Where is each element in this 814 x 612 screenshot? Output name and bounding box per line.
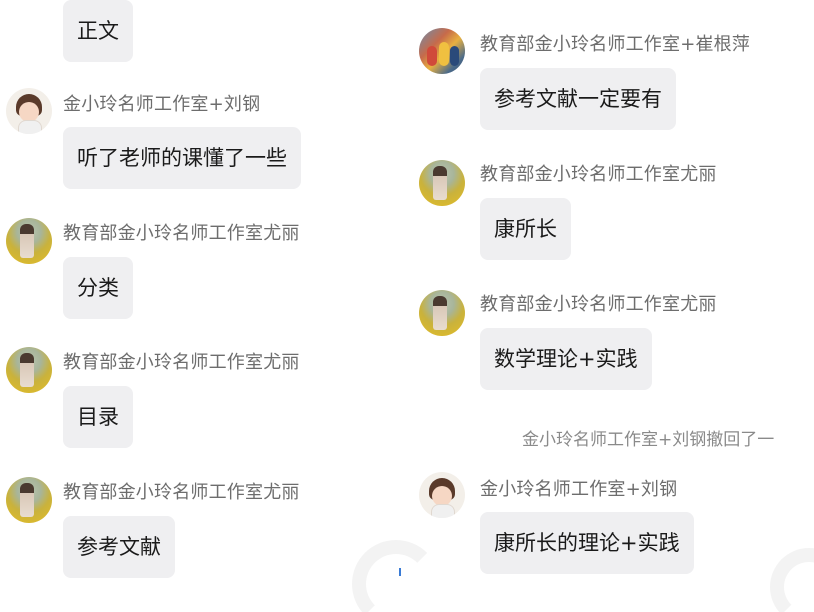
message-bubble[interactable]: 目录: [63, 386, 133, 448]
user-avatar[interactable]: [6, 477, 52, 523]
user-avatar[interactable]: [6, 347, 52, 393]
sender-name: 教育部金小玲名师工作室尤丽: [63, 482, 300, 503]
user-avatar[interactable]: [419, 290, 465, 336]
recall-notice: 金小玲名师工作室+刘钢撤回了一: [522, 430, 775, 450]
sender-name: 金小玲名师工作室+刘钢: [63, 94, 261, 115]
faint-decoration: [352, 540, 440, 612]
user-avatar[interactable]: [419, 472, 465, 518]
user-avatar[interactable]: [419, 160, 465, 206]
avatar-body: [18, 120, 42, 134]
avatar-person: [450, 46, 459, 66]
cursor-marker: [399, 568, 401, 576]
avatar-body: [431, 504, 455, 518]
message-bubble[interactable]: 康所长: [480, 198, 571, 260]
faint-decoration: [770, 548, 814, 612]
sender-name: 教育部金小玲名师工作室尤丽: [63, 223, 300, 244]
avatar-person: [439, 42, 449, 66]
avatar-figure: [20, 353, 34, 387]
avatar-person: [427, 46, 437, 66]
user-avatar[interactable]: [419, 28, 465, 74]
message-bubble[interactable]: 数学理论+实践: [480, 328, 652, 390]
sender-name: 教育部金小玲名师工作室尤丽: [480, 294, 717, 315]
message-bubble[interactable]: 听了老师的课懂了一些: [63, 127, 301, 189]
message-bubble[interactable]: 参考文献: [63, 516, 175, 578]
avatar-face: [19, 102, 39, 122]
user-avatar[interactable]: [6, 218, 52, 264]
avatar-figure: [20, 483, 34, 517]
avatar-figure: [433, 166, 447, 200]
sender-name: 金小玲名师工作室+刘钢: [480, 479, 678, 500]
message-bubble[interactable]: 康所长的理论+实践: [480, 512, 694, 574]
avatar-figure: [433, 296, 447, 330]
chat-screenshot: 正文 金小玲名师工作室+刘钢 听了老师的课懂了一些 教育部金小玲名师工作室尤丽 …: [0, 0, 814, 612]
sender-name: 教育部金小玲名师工作室尤丽: [480, 164, 717, 185]
message-bubble[interactable]: 正文: [63, 0, 133, 62]
user-avatar[interactable]: [6, 88, 52, 134]
avatar-face: [432, 486, 452, 506]
message-bubble[interactable]: 分类: [63, 257, 133, 319]
avatar-figure: [20, 224, 34, 258]
sender-name: 教育部金小玲名师工作室尤丽: [63, 352, 300, 373]
message-bubble[interactable]: 参考文献一定要有: [480, 68, 676, 130]
sender-name: 教育部金小玲名师工作室+崔根萍: [480, 34, 751, 55]
